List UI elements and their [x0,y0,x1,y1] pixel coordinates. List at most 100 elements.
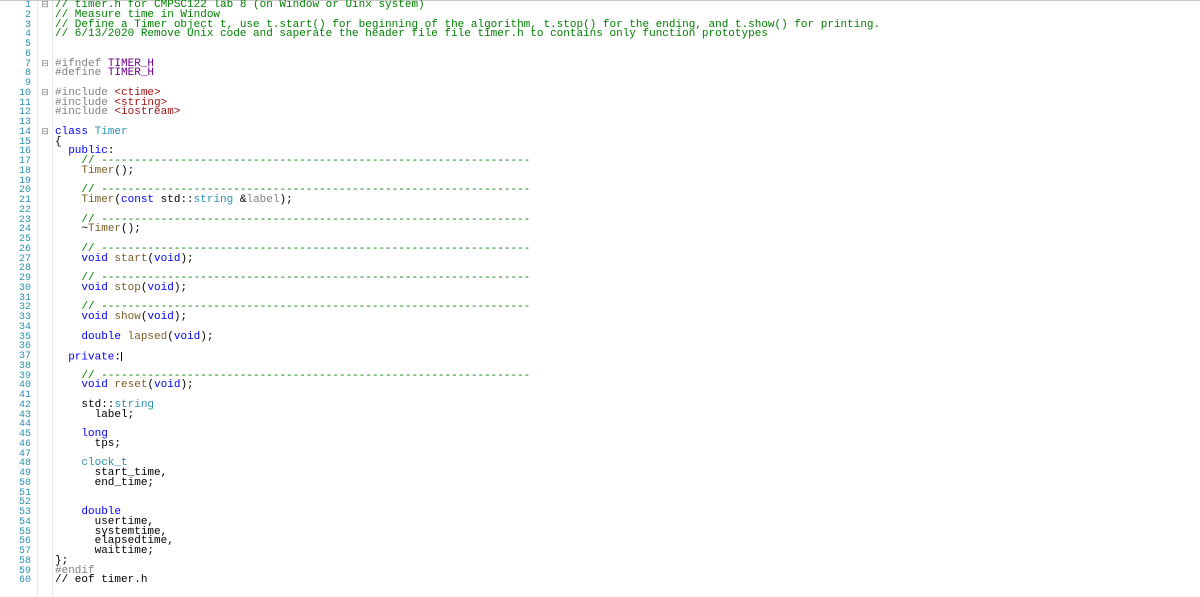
code-token: Timer [81,194,114,206]
code-line[interactable]: clock_t [53,459,1200,469]
code-line[interactable]: // -------------------------------------… [53,157,1200,167]
code-line[interactable] [53,489,1200,499]
code-line[interactable]: // -------------------------------------… [53,216,1200,226]
fold-empty [38,537,52,547]
code-line[interactable]: private: [53,352,1200,362]
code-token: Timer [88,223,121,235]
fold-column[interactable]: ⊟ ⊟ ⊟ ⊟ [38,1,53,597]
code-line[interactable]: label; [53,411,1200,421]
fold-empty [38,177,52,187]
code-token: ); [174,311,187,323]
fold-empty [38,557,52,567]
code-line[interactable]: double [53,508,1200,518]
code-line[interactable]: #include <ctime> [53,89,1200,99]
code-token: lapsed [128,331,168,343]
code-line[interactable]: }; [53,557,1200,567]
code-token: start [114,253,147,265]
code-line[interactable]: double lapsed(void); [53,333,1200,343]
code-line[interactable]: start_time, [53,469,1200,479]
fold-empty [38,411,52,421]
code-token: stop [114,282,140,294]
code-line[interactable]: end_time; [53,479,1200,489]
code-line[interactable] [53,342,1200,352]
code-line[interactable]: tps; [53,440,1200,450]
code-line[interactable]: long [53,430,1200,440]
fold-toggle-icon[interactable]: ⊟ [38,128,52,138]
fold-toggle-icon[interactable]: ⊟ [38,89,52,99]
code-line[interactable]: // eof timer.h [53,576,1200,586]
code-line[interactable] [53,450,1200,460]
code-line[interactable]: systemtime, [53,528,1200,538]
code-line[interactable] [53,40,1200,50]
code-line[interactable]: // -------------------------------------… [53,372,1200,382]
fold-empty [38,108,52,118]
code-line[interactable]: // -------------------------------------… [53,303,1200,313]
fold-empty [38,479,52,489]
fold-empty [38,147,52,157]
code-line[interactable] [53,323,1200,333]
code-line[interactable]: // -------------------------------------… [53,274,1200,284]
code-line[interactable]: waittime; [53,547,1200,557]
code-token: void [154,379,180,391]
fold-empty [38,294,52,304]
code-line[interactable] [53,50,1200,60]
code-token: Timer [81,165,114,177]
code-line[interactable] [53,420,1200,430]
code-token: label; [55,409,134,421]
code-line[interactable]: usertime, [53,518,1200,528]
code-line[interactable]: void show(void); [53,313,1200,323]
code-line[interactable]: elapsedtime, [53,537,1200,547]
code-line[interactable]: #include <string> [53,99,1200,109]
code-line[interactable] [53,498,1200,508]
code-line[interactable]: Timer(const std::string &label); [53,196,1200,206]
code-line[interactable]: { [53,138,1200,148]
line-number: 60 [0,576,31,586]
code-token: : [114,351,121,363]
code-line[interactable]: std::string [53,401,1200,411]
fold-empty [38,372,52,382]
fold-toggle-icon[interactable]: ⊟ [38,1,52,11]
fold-empty [38,323,52,333]
code-line[interactable]: #include <iostream> [53,108,1200,118]
fold-empty [38,362,52,372]
code-line[interactable]: Timer(); [53,167,1200,177]
code-line[interactable]: // timer.h for CMPSC122 lab 8 (on Window… [53,1,1200,11]
fold-empty [38,469,52,479]
code-line[interactable] [53,391,1200,401]
code-line[interactable] [53,118,1200,128]
code-token: TIMER_H [108,67,154,79]
fold-empty [38,69,52,79]
fold-empty [38,11,52,21]
code-token: <iostream> [114,106,180,118]
code-line[interactable]: // 6/13/2020 Remove Unix code and sapera… [53,30,1200,40]
code-line[interactable]: ~Timer(); [53,225,1200,235]
code-token: reset [114,379,147,391]
fold-empty [38,313,52,323]
code-line[interactable] [53,79,1200,89]
fold-empty [38,333,52,343]
fold-empty [38,196,52,206]
fold-empty [38,138,52,148]
code-token: string [194,194,234,206]
fold-empty [38,264,52,274]
text-cursor [121,352,122,361]
fold-empty [38,567,52,577]
code-line[interactable]: void stop(void); [53,284,1200,294]
fold-empty [38,440,52,450]
code-line[interactable]: #endif [53,567,1200,577]
code-line[interactable]: void start(void); [53,255,1200,265]
fold-toggle-icon[interactable]: ⊟ [38,60,52,70]
fold-empty [38,459,52,469]
code-editor[interactable]: 1234567891011121314151617181920212223242… [0,0,1200,597]
code-line[interactable]: void reset(void); [53,381,1200,391]
code-token: ); [174,282,187,294]
code-line[interactable]: class Timer [53,128,1200,138]
code-line[interactable]: #define TIMER_H [53,69,1200,79]
code-line[interactable]: #ifndef TIMER_H [53,60,1200,70]
code-area[interactable]: // timer.h for CMPSC122 lab 8 (on Window… [53,1,1200,597]
fold-empty [38,99,52,109]
code-token: (); [121,223,141,235]
code-line[interactable]: // -------------------------------------… [53,245,1200,255]
fold-empty [38,40,52,50]
code-token: void [154,253,180,265]
